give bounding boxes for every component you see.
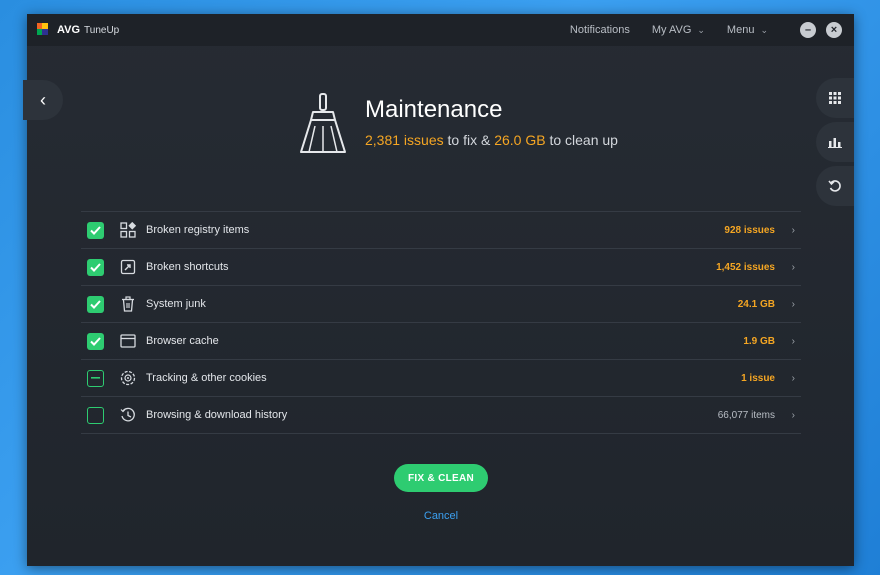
fix-and-clean-button[interactable]: FIX & CLEAN	[394, 464, 488, 492]
item-label: Tracking & other cookies	[146, 372, 267, 384]
stats-button[interactable]	[816, 122, 854, 162]
item-label: System junk	[146, 298, 206, 310]
chevron-right-icon: ›	[791, 372, 795, 384]
minimize-button[interactable]: –	[800, 22, 816, 38]
header-text: Maintenance 2,381 issues to fix & 26.0 G…	[365, 90, 618, 148]
close-icon: ×	[830, 23, 838, 36]
minimize-icon: –	[804, 23, 812, 36]
item-value: 1.9 GB	[743, 335, 775, 347]
avg-logo-icon	[37, 23, 53, 37]
chevron-right-icon: ›	[791, 261, 795, 273]
item-value: 66,077 items	[717, 409, 775, 421]
checkmark-icon	[90, 225, 101, 235]
issues-suffix: to fix &	[443, 132, 495, 148]
app-window: AVG TuneUp Notifications My AVG ⌄ Menu ⌄…	[23, 14, 854, 566]
cookies-checkbox[interactable]	[87, 369, 104, 387]
browser-window-icon	[120, 333, 136, 349]
undo-button[interactable]	[816, 166, 854, 206]
system-junk-checkbox[interactable]	[87, 295, 104, 313]
list-item-system-junk[interactable]: System junk 24.1 GB ›	[81, 286, 801, 323]
my-avg-menu[interactable]: My AVG ⌄	[652, 24, 705, 36]
registry-icon	[120, 222, 136, 238]
item-value: 1,452 issues	[716, 261, 775, 273]
menu-label: Menu	[726, 24, 755, 36]
main-menu[interactable]: Menu ⌄	[727, 24, 768, 36]
brand-name: AVG	[57, 24, 81, 36]
bar-chart-icon	[828, 138, 842, 148]
summary-line: 2,381 issues to fix & 26.0 GB to clean u…	[365, 132, 618, 148]
product-name: TuneUp	[84, 24, 120, 36]
list-item-cookies[interactable]: Tracking & other cookies 1 issue ›	[81, 360, 801, 397]
list-item-registry[interactable]: Broken registry items 928 issues ›	[81, 212, 801, 249]
top-nav: Notifications My AVG ⌄ Menu ⌄ – ×	[570, 14, 842, 46]
chevron-right-icon: ›	[791, 298, 795, 310]
cleanup-size: 26.0 GB	[494, 132, 546, 148]
my-avg-label: My AVG	[651, 24, 692, 36]
trash-icon	[120, 296, 136, 312]
list-item-history[interactable]: Browsing & download history 66,077 items…	[81, 397, 801, 434]
cookie-icon	[120, 370, 136, 386]
apps-grid-button[interactable]	[816, 78, 854, 118]
shortcut-icon	[120, 259, 136, 275]
broom-icon	[300, 93, 346, 153]
indeterminate-icon	[91, 377, 100, 379]
history-clock-icon	[120, 407, 136, 423]
item-label: Broken shortcuts	[146, 261, 229, 273]
notifications-label: Notifications	[569, 24, 630, 36]
issues-count: 2,381 issues	[365, 132, 444, 148]
maintenance-header: Maintenance 2,381 issues to fix & 26.0 G…	[295, 90, 618, 156]
checkmark-icon	[90, 299, 101, 309]
checkmark-icon	[90, 336, 101, 346]
maintenance-list: Broken registry items 928 issues › Broke…	[81, 211, 801, 434]
shortcuts-checkbox[interactable]	[87, 258, 104, 276]
list-item-browser-cache[interactable]: Browser cache 1.9 GB ›	[81, 323, 801, 360]
item-label: Browsing & download history	[146, 409, 288, 421]
registry-checkbox[interactable]	[87, 221, 104, 239]
side-toolbar	[816, 78, 854, 210]
back-button[interactable]: ‹	[23, 80, 63, 120]
grid-icon	[829, 92, 841, 104]
chevron-right-icon: ›	[791, 224, 795, 236]
size-suffix: to clean up	[545, 132, 618, 148]
checkmark-icon	[90, 262, 101, 272]
list-item-shortcuts[interactable]: Broken shortcuts 1,452 issues ›	[81, 249, 801, 286]
cancel-link[interactable]: Cancel	[394, 510, 488, 522]
history-checkbox[interactable]	[87, 406, 104, 424]
chevron-down-icon: ⌄	[697, 24, 705, 35]
undo-icon	[828, 180, 841, 192]
page-title: Maintenance	[365, 96, 503, 123]
item-value: 1 issue	[741, 372, 775, 384]
close-button[interactable]: ×	[826, 22, 842, 38]
chevron-left-icon: ‹	[40, 89, 46, 110]
brand: AVG TuneUp	[37, 23, 119, 37]
item-label: Browser cache	[146, 335, 219, 347]
item-value: 24.1 GB	[737, 298, 775, 310]
item-value: 928 issues	[724, 224, 775, 236]
item-label: Broken registry items	[146, 224, 250, 236]
notifications-link[interactable]: Notifications	[570, 24, 630, 36]
chevron-right-icon: ›	[791, 335, 795, 347]
chevron-right-icon: ›	[791, 409, 795, 421]
browser-cache-checkbox[interactable]	[87, 332, 104, 350]
title-bar: AVG TuneUp Notifications My AVG ⌄ Menu ⌄…	[27, 14, 854, 46]
chevron-down-icon: ⌄	[760, 24, 768, 35]
